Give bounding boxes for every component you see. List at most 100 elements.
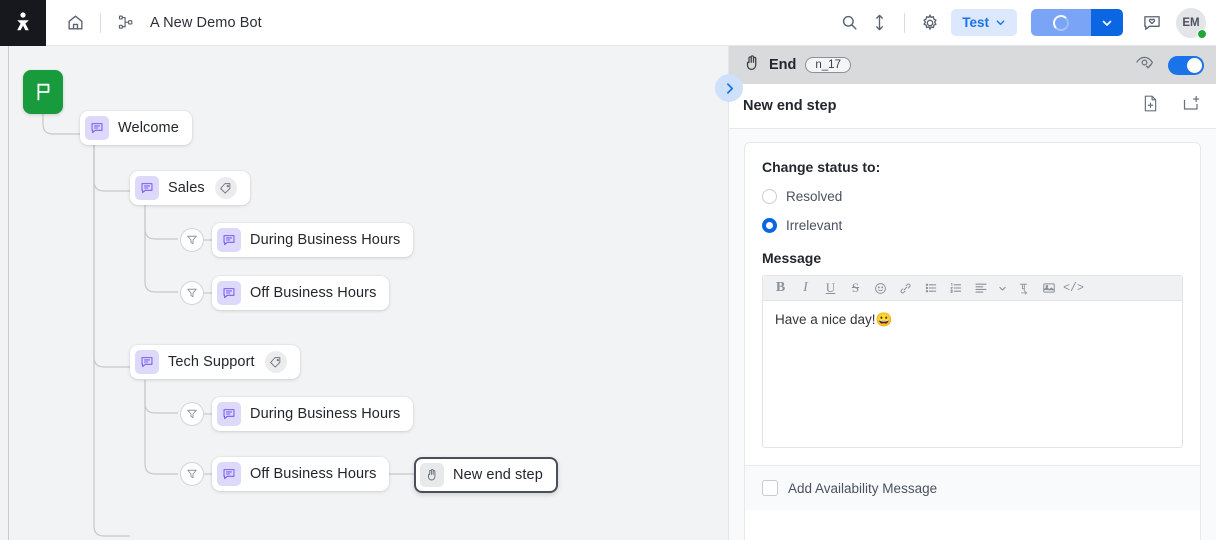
chevron-down-icon xyxy=(1101,17,1113,29)
condition-filter-icon[interactable] xyxy=(180,281,204,305)
breadcrumb: A New Demo Bot xyxy=(46,8,834,38)
node-tech-support[interactable]: Tech Support xyxy=(130,345,300,379)
chat-bubble-icon xyxy=(217,281,241,305)
message-label: Message xyxy=(762,250,1183,266)
page-title: A New Demo Bot xyxy=(150,15,262,31)
node-label: Welcome xyxy=(118,120,179,136)
test-button-label: Test xyxy=(962,15,989,30)
top-bar: A New Demo Bot Test xyxy=(0,0,1216,46)
step-enabled-toggle[interactable] xyxy=(1168,56,1204,75)
align-caret-icon[interactable] xyxy=(994,278,1010,299)
panel-title: End xyxy=(769,57,796,73)
test-button[interactable]: Test xyxy=(951,9,1017,36)
avatar[interactable]: EM xyxy=(1176,8,1206,38)
node-tech-during-business-hours[interactable]: During Business Hours xyxy=(212,397,413,431)
flow-canvas[interactable]: Welcome Sales During Business Hours xyxy=(0,46,728,540)
search-icon[interactable] xyxy=(834,8,864,38)
numbered-list-icon[interactable] xyxy=(944,278,967,299)
radio-resolved[interactable] xyxy=(762,189,777,204)
step-config-card: Change status to: Resolved Irrelevant Me… xyxy=(744,142,1201,540)
step-name: New end step xyxy=(743,98,836,114)
radio-resolved-label: Resolved xyxy=(786,189,842,204)
node-label: New end step xyxy=(453,467,543,483)
clear-format-icon[interactable] xyxy=(1012,278,1035,299)
node-sales[interactable]: Sales xyxy=(130,171,250,205)
node-sales-during-business-hours[interactable]: During Business Hours xyxy=(212,223,413,257)
link-icon[interactable] xyxy=(894,278,917,299)
change-status-label: Change status to: xyxy=(762,159,1183,175)
node-label: Tech Support xyxy=(168,354,255,370)
status-dot xyxy=(1197,29,1207,39)
hand-stop-icon xyxy=(743,54,761,77)
node-tech-off-business-hours[interactable]: Off Business Hours xyxy=(212,457,389,491)
breadcrumb-divider xyxy=(100,13,101,33)
start-node[interactable] xyxy=(23,70,63,114)
radio-option-irrelevant[interactable]: Irrelevant xyxy=(762,218,1183,233)
tag-icon[interactable] xyxy=(215,177,237,199)
up-down-arrow-icon[interactable] xyxy=(864,8,894,38)
italic-icon[interactable]: I xyxy=(794,278,817,299)
panel-collapse-button[interactable] xyxy=(715,74,743,102)
home-icon[interactable] xyxy=(60,8,90,38)
gear-icon[interactable] xyxy=(915,8,945,38)
availability-checkbox[interactable] xyxy=(762,480,778,496)
panel-header: End n_17 xyxy=(729,46,1216,84)
chat-bubble-icon xyxy=(85,116,109,140)
availability-label: Add Availability Message xyxy=(788,481,937,496)
node-welcome[interactable]: Welcome xyxy=(80,111,192,145)
radio-irrelevant-label: Irrelevant xyxy=(786,218,842,233)
message-text: Have a nice day! xyxy=(775,312,876,327)
chevron-right-icon xyxy=(723,82,736,95)
node-label: Sales xyxy=(168,180,205,196)
node-label: Off Business Hours xyxy=(250,466,376,482)
radio-irrelevant[interactable] xyxy=(762,218,777,233)
avatar-initials: EM xyxy=(1182,17,1199,29)
chevron-down-icon xyxy=(998,284,1007,293)
chat-bubble-icon xyxy=(217,402,241,426)
chat-heart-icon[interactable] xyxy=(1137,8,1167,38)
strikethrough-icon[interactable]: S xyxy=(844,278,867,299)
image-icon[interactable] xyxy=(1037,278,1060,299)
underline-icon[interactable]: U xyxy=(819,278,842,299)
bold-icon[interactable]: B xyxy=(769,278,792,299)
code-icon[interactable]: </> xyxy=(1062,278,1085,299)
toggle-knob xyxy=(1187,58,1202,73)
top-bar-actions: Test EM xyxy=(834,8,1216,38)
tag-icon[interactable] xyxy=(265,351,287,373)
bullet-list-icon[interactable] xyxy=(919,278,942,299)
radio-option-resolved[interactable]: Resolved xyxy=(762,189,1183,204)
panel-subheader: New end step xyxy=(729,84,1216,129)
node-label: Off Business Hours xyxy=(250,285,376,301)
node-sales-off-business-hours[interactable]: Off Business Hours xyxy=(212,276,389,310)
message-editor[interactable]: B I U S xyxy=(762,275,1183,448)
node-new-end-step[interactable]: New end step xyxy=(414,457,558,493)
block-plus-icon[interactable] xyxy=(1182,94,1202,119)
message-body[interactable]: Have a nice day!😀 xyxy=(763,301,1182,447)
editor-toolbar: B I U S xyxy=(763,276,1182,301)
app-logo[interactable] xyxy=(0,0,46,46)
chat-bubble-icon xyxy=(135,176,159,200)
actions-divider xyxy=(904,13,905,33)
flow-hierarchy-icon[interactable] xyxy=(111,8,141,38)
eye-check-icon[interactable] xyxy=(1135,53,1154,77)
availability-row[interactable]: Add Availability Message xyxy=(745,465,1200,510)
node-label: During Business Hours xyxy=(250,406,400,422)
condition-filter-icon[interactable] xyxy=(180,228,204,252)
condition-filter-icon[interactable] xyxy=(180,402,204,426)
file-plus-icon[interactable] xyxy=(1141,94,1160,118)
emoji-icon[interactable] xyxy=(869,278,892,299)
chat-bubble-icon xyxy=(217,228,241,252)
message-emoji: 😀 xyxy=(876,312,893,327)
flag-icon xyxy=(32,81,54,103)
chevron-down-icon xyxy=(995,17,1006,28)
hand-stop-icon xyxy=(420,463,444,487)
run-options-button[interactable] xyxy=(1091,9,1123,36)
step-settings-panel: End n_17 New end step xyxy=(728,46,1216,540)
node-label: During Business Hours xyxy=(250,232,400,248)
chat-bubble-icon xyxy=(135,350,159,374)
chat-bubble-icon xyxy=(217,462,241,486)
run-button[interactable] xyxy=(1031,9,1091,36)
condition-filter-icon[interactable] xyxy=(180,462,204,486)
align-left-icon[interactable] xyxy=(969,278,992,299)
xenioo-logo-icon xyxy=(11,11,35,35)
